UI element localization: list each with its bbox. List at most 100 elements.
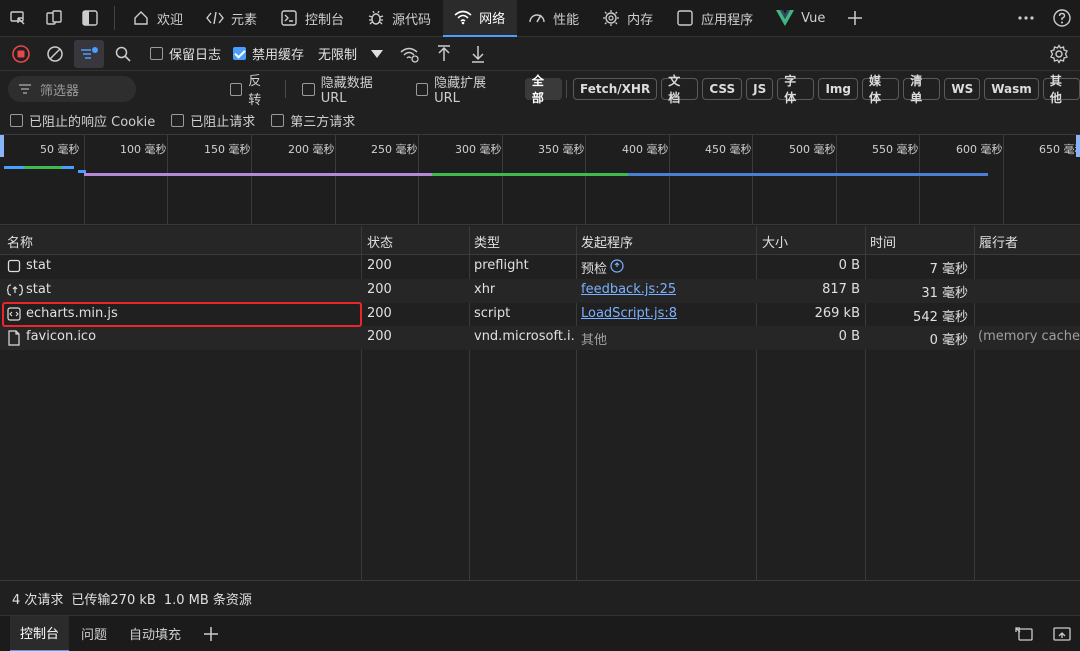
column-header-name[interactable]: 名称 bbox=[7, 232, 33, 251]
tab-sources[interactable]: 源代码 bbox=[356, 0, 443, 37]
import-har-button[interactable] bbox=[429, 40, 459, 68]
filter-placeholder: 筛选器 bbox=[40, 83, 80, 99]
export-har-button[interactable] bbox=[463, 40, 493, 68]
dropdown-arrow-icon bbox=[371, 49, 384, 58]
more-options-icon[interactable] bbox=[1008, 0, 1044, 37]
help-icon[interactable] bbox=[1044, 0, 1080, 37]
add-tab-icon[interactable] bbox=[837, 0, 873, 37]
tab-vue[interactable]: Vue bbox=[765, 0, 837, 37]
type-filter-wasm[interactable]: Wasm bbox=[984, 78, 1039, 100]
invert-checkbox[interactable]: 反转 bbox=[229, 70, 273, 108]
tab-elements[interactable]: 元素 bbox=[195, 0, 269, 37]
timeline-left-handle[interactable] bbox=[0, 135, 4, 157]
disable-cache-label: 禁用缓存 bbox=[252, 48, 305, 63]
timeline-gridline bbox=[836, 135, 837, 225]
type-filter-all[interactable]: 全部 bbox=[524, 74, 563, 105]
device-emulation-icon[interactable] bbox=[36, 0, 72, 37]
table-row[interactable]: favicon.ico 200 vnd.microsoft.i... 其他 0 … bbox=[0, 326, 1080, 350]
timeline-bar bbox=[62, 166, 74, 169]
checkbox-box[interactable] bbox=[229, 82, 243, 96]
tab-application[interactable]: 应用程序 bbox=[665, 0, 765, 37]
request-size: 817 B bbox=[822, 282, 860, 297]
network-request-table: 名称 状态 类型 发起程序 大小 时间 履行者 stat 200 preflig… bbox=[0, 226, 1080, 580]
type-filter-media[interactable]: 媒体 bbox=[862, 74, 900, 105]
filter-input[interactable]: 筛选器 bbox=[8, 76, 136, 102]
table-row[interactable]: stat 200 xhr feedback.js:25 817 B 31 毫秒 bbox=[0, 279, 1080, 303]
type-filter-img[interactable]: Img bbox=[818, 78, 859, 100]
timeline-right-handle[interactable] bbox=[1076, 135, 1080, 157]
drawer-tab-issues[interactable]: 问题 bbox=[71, 616, 117, 651]
checkbox-box[interactable] bbox=[271, 114, 285, 127]
checkbox-box[interactable] bbox=[10, 114, 23, 127]
record-button[interactable] bbox=[6, 40, 36, 68]
tab-welcome[interactable]: 欢迎 bbox=[121, 0, 195, 37]
checkbox-box[interactable] bbox=[302, 82, 315, 96]
blocked-cookies-checkbox[interactable]: 已阻止的响应 Cookie bbox=[10, 111, 155, 130]
checkbox-box-checked[interactable] bbox=[233, 47, 247, 60]
initiator-link[interactable]: feedback.js:25 bbox=[581, 282, 676, 297]
timeline-tick-label: 250 毫秒 bbox=[371, 143, 418, 156]
column-header-time[interactable]: 时间 bbox=[870, 232, 896, 251]
dock-sidebar-icon[interactable] bbox=[72, 0, 108, 37]
clear-button[interactable] bbox=[40, 40, 70, 68]
column-header-type[interactable]: 类型 bbox=[474, 232, 500, 251]
timeline-bar bbox=[628, 173, 988, 176]
tab-label: 控制台 bbox=[305, 12, 345, 28]
third-party-checkbox[interactable]: 第三方请求 bbox=[271, 111, 355, 130]
close-drawer-icon[interactable] bbox=[1044, 616, 1080, 651]
tab-network[interactable]: 网络 bbox=[443, 0, 518, 37]
tab-console[interactable]: 控制台 bbox=[269, 0, 356, 37]
request-size: 269 kB bbox=[814, 306, 860, 321]
type-filter-ws[interactable]: WS bbox=[944, 78, 981, 100]
network-overview-timeline[interactable]: 50 毫秒 100 毫秒 150 毫秒 200 毫秒 250 毫秒 300 毫秒… bbox=[0, 134, 1080, 225]
throttle-select[interactable]: 无限制 bbox=[318, 44, 384, 63]
request-fulfilled-by: (memory cache) bbox=[978, 329, 1080, 344]
type-filter-js[interactable]: JS bbox=[746, 78, 774, 100]
column-header-status[interactable]: 状态 bbox=[367, 232, 393, 251]
network-conditions-button[interactable] bbox=[395, 40, 425, 68]
request-status: 200 bbox=[367, 258, 392, 273]
request-count: 4 次请求 bbox=[12, 592, 64, 608]
column-header-initiator[interactable]: 发起程序 bbox=[581, 232, 633, 251]
timeline-tick-label: 550 毫秒 bbox=[872, 143, 919, 156]
table-row[interactable]: stat 200 preflight 预检 0 B 7 毫秒 bbox=[0, 255, 1080, 279]
network-settings-button[interactable] bbox=[1044, 40, 1074, 68]
checkbox-box[interactable] bbox=[171, 114, 185, 127]
request-type: preflight bbox=[474, 258, 529, 273]
info-icon[interactable] bbox=[610, 259, 624, 273]
initiator-link[interactable]: LoadScript.js:8 bbox=[581, 306, 677, 321]
type-filter-other[interactable]: 其他 bbox=[1042, 74, 1080, 105]
type-filter-fetch-xhr[interactable]: Fetch/XHR bbox=[573, 78, 658, 100]
timeline-gridline bbox=[752, 135, 753, 225]
stop-record-icon bbox=[12, 44, 30, 63]
filter-icon bbox=[81, 46, 98, 59]
type-filter-font[interactable]: 字体 bbox=[777, 74, 815, 105]
add-drawer-tab-icon[interactable] bbox=[193, 616, 229, 651]
hide-ext-url-checkbox[interactable]: 隐藏扩展 URL bbox=[415, 72, 513, 106]
checkbox-box[interactable] bbox=[415, 82, 429, 96]
type-filter-manifest[interactable]: 清单 bbox=[903, 74, 941, 105]
disable-cache-checkbox[interactable]: 禁用缓存 bbox=[233, 44, 304, 63]
devtools-tab-bar: 欢迎 元素 控制台 源代码 网络 性能 内存 应用程序 Vue bbox=[0, 0, 1080, 37]
preserve-log-checkbox[interactable]: 保留日志 bbox=[150, 44, 221, 63]
drawer-tab-autofill[interactable]: 自动填充 bbox=[119, 616, 191, 651]
dock-drawer-icon[interactable] bbox=[1006, 616, 1042, 651]
column-header-size[interactable]: 大小 bbox=[762, 232, 788, 251]
timeline-gridline bbox=[502, 135, 503, 225]
drawer-tab-console[interactable]: 控制台 bbox=[10, 615, 70, 651]
filter-toggle-button[interactable] bbox=[74, 39, 104, 68]
tab-memory[interactable]: 内存 bbox=[591, 0, 665, 37]
filter-lines-icon bbox=[19, 84, 31, 94]
column-header-fulfilled-by[interactable]: 履行者 bbox=[979, 232, 1018, 251]
hide-ext-url-label: 隐藏扩展 URL bbox=[434, 76, 487, 106]
checkbox-box[interactable] bbox=[150, 47, 163, 60]
hide-data-url-checkbox[interactable]: 隐藏数据 URL bbox=[302, 72, 399, 106]
type-filter-doc[interactable]: 文档 bbox=[661, 74, 699, 105]
search-button[interactable] bbox=[108, 40, 138, 68]
tab-performance[interactable]: 性能 bbox=[517, 0, 591, 37]
blocked-requests-checkbox[interactable]: 已阻止请求 bbox=[171, 111, 255, 130]
inspect-element-icon[interactable] bbox=[0, 0, 36, 37]
code-icon bbox=[205, 8, 225, 28]
type-filter-css[interactable]: CSS bbox=[702, 78, 743, 100]
timeline-gridline bbox=[251, 135, 252, 225]
